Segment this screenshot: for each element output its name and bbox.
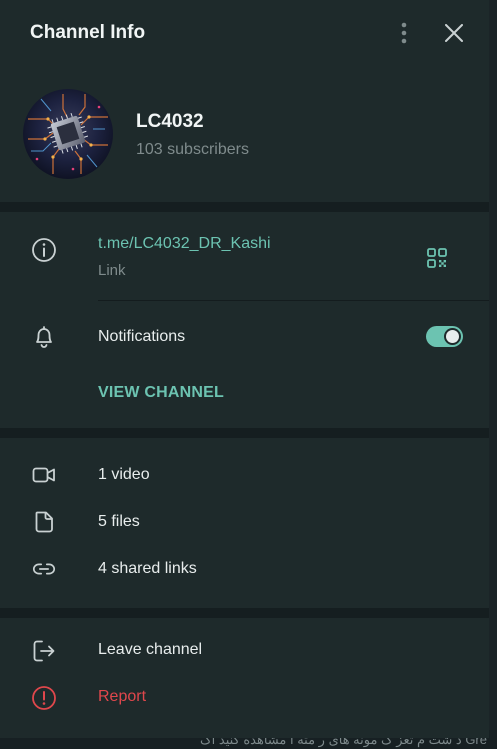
- view-channel-button[interactable]: VIEW CHANNEL: [98, 384, 224, 402]
- close-icon: [445, 24, 463, 42]
- row-divider: [98, 300, 489, 301]
- file-icon: [31, 509, 57, 535]
- channel-name: LC4032: [136, 111, 204, 132]
- circuit-chip-image: [23, 89, 113, 179]
- panel-title: Channel Info: [30, 22, 146, 43]
- section-divider: [0, 202, 489, 212]
- channel-avatar[interactable]: [23, 89, 113, 179]
- more-vertical-icon: [401, 22, 407, 44]
- logout-icon: [31, 638, 57, 664]
- info-icon: [31, 237, 57, 263]
- background-chat-edge: [489, 0, 497, 749]
- more-options-button[interactable]: [390, 18, 418, 48]
- notifications-toggle[interactable]: [426, 326, 463, 347]
- channel-profile: LC4032 103 subscribers: [0, 66, 489, 202]
- section-divider: [0, 428, 489, 438]
- channel-info-panel: Channel Info LC4032 103 subscribers t.me…: [0, 0, 489, 738]
- section-divider: [0, 608, 489, 618]
- media-files[interactable]: 5 files: [98, 513, 140, 531]
- media-shared-links[interactable]: 4 shared links: [98, 560, 197, 578]
- leave-channel-button[interactable]: Leave channel: [98, 641, 202, 659]
- close-button[interactable]: [438, 18, 470, 48]
- channel-link[interactable]: t.me/LC4032_DR_Kashi: [98, 235, 271, 253]
- report-button[interactable]: Report: [98, 688, 146, 706]
- qr-code-button[interactable]: [424, 245, 450, 271]
- media-videos[interactable]: 1 video: [98, 466, 150, 484]
- panel-header: Channel Info: [0, 0, 489, 66]
- subscriber-count: 103 subscribers: [136, 141, 249, 158]
- link-icon: [31, 556, 57, 582]
- link-caption: Link: [98, 262, 126, 279]
- qr-code-icon: [427, 248, 447, 268]
- toggle-knob: [444, 328, 461, 345]
- notifications-label: Notifications: [98, 328, 186, 345]
- alert-circle-icon: [31, 685, 57, 711]
- bell-icon: [31, 324, 57, 350]
- video-icon: [31, 462, 57, 488]
